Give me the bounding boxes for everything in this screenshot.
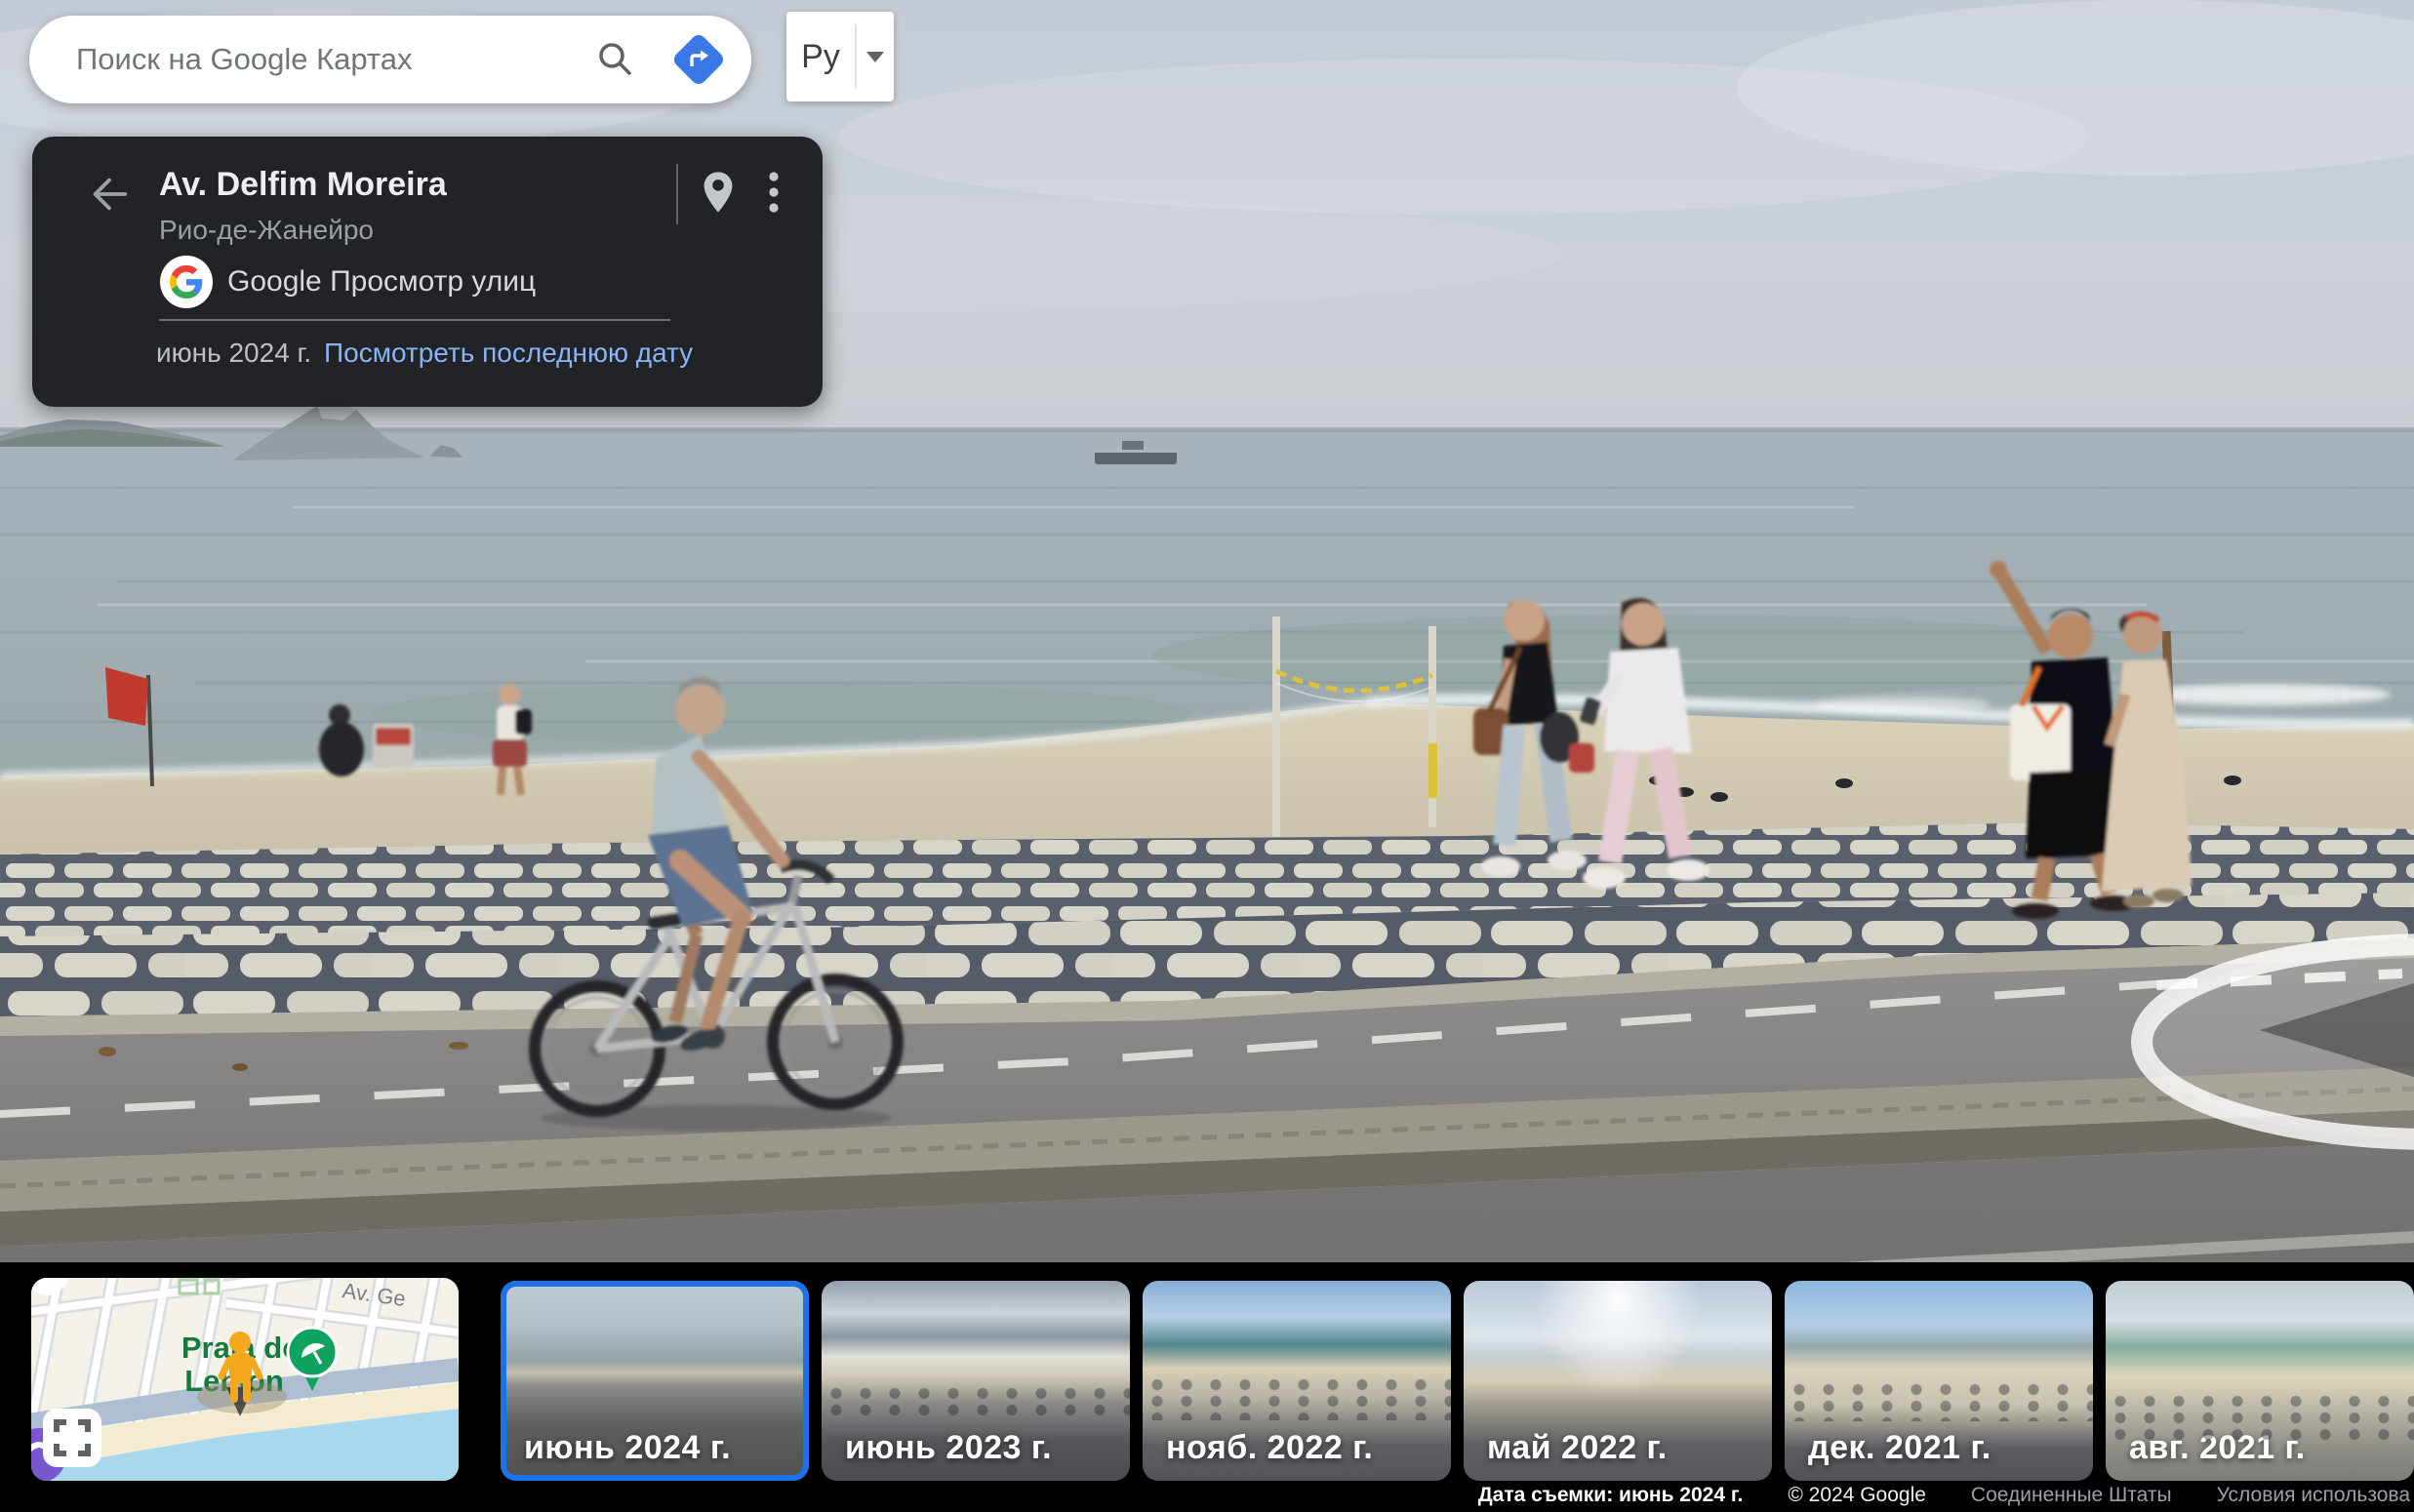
timeline-thumbnail[interactable]: июнь 2023 г. <box>822 1281 1130 1481</box>
timeline-thumbnails: июнь 2024 г. июнь 2023 г. нояб. 2022 г. … <box>501 1281 2414 1481</box>
timeline-thumbnail[interactable]: май 2022 г. <box>1464 1281 1772 1481</box>
show-on-map-button[interactable] <box>694 166 743 220</box>
thumbnail-date-label: нояб. 2022 г. <box>1166 1429 1373 1467</box>
page-title: Av. Delfim Moreira <box>159 166 447 204</box>
kebab-icon <box>768 169 780 219</box>
see-latest-date-link[interactable]: Посмотреть последнюю дату <box>324 338 693 369</box>
directions-icon <box>671 32 727 88</box>
thumbnail-date-label: июнь 2023 г. <box>845 1429 1052 1467</box>
more-options-button[interactable] <box>752 166 795 220</box>
timeline-thumbnail[interactable]: дек. 2021 г. <box>1785 1281 2093 1481</box>
chevron-down-icon <box>866 52 884 62</box>
timeline-bar: Av. Ge Praia do Leblon <box>0 1262 2414 1512</box>
search-input[interactable] <box>74 41 558 78</box>
language-dropdown-button[interactable] <box>857 12 894 101</box>
timeline-thumbnail[interactable]: нояб. 2022 г. <box>1143 1281 1451 1481</box>
search-bar[interactable] <box>29 16 751 103</box>
terms-link[interactable]: Условия использова <box>2217 1484 2410 1507</box>
arrow-left-icon <box>86 172 131 219</box>
thumbnail-date-label: дек. 2021 г. <box>1808 1429 1992 1467</box>
thumbnail-date-label: июнь 2024 г. <box>524 1429 731 1467</box>
location-panel: Av. Delfim Moreira Рио-де-Жанейро <box>32 137 823 407</box>
attribution-region: Соединенные Штаты <box>1971 1484 2172 1507</box>
provider-label: Google Просмотр улиц <box>227 265 536 298</box>
timeline-thumbnail[interactable]: авг. 2021 г. <box>2106 1281 2414 1481</box>
directions-button[interactable] <box>671 32 726 87</box>
language-switcher[interactable]: Ру <box>786 12 894 101</box>
attribution-capture-date: Дата съемки: июнь 2024 г. <box>1478 1484 1744 1507</box>
search-button[interactable] <box>587 32 642 87</box>
location-subtitle: Рио-де-Жанейро <box>159 215 374 246</box>
search-icon <box>594 38 635 82</box>
thumbnail-date-label: май 2022 г. <box>1487 1429 1668 1467</box>
fullscreen-button[interactable] <box>43 1409 101 1467</box>
timeline-thumbnail[interactable]: июнь 2024 г. <box>501 1281 809 1481</box>
google-logo <box>160 256 213 308</box>
thumbnail-date-label: авг. 2021 г. <box>2129 1429 2306 1467</box>
divider <box>159 319 670 321</box>
map-pin-icon <box>702 171 735 217</box>
attribution-copyright: © 2024 Google <box>1788 1484 1926 1507</box>
street-view-app: Ру Av. Delfim Moreira Рио-де-Жанейро <box>0 0 2414 1512</box>
minimap[interactable]: Av. Ge Praia do Leblon <box>31 1278 459 1481</box>
divider <box>676 164 678 224</box>
back-button[interactable] <box>83 170 134 220</box>
capture-date: июнь 2024 г. <box>156 338 311 369</box>
language-label: Ру <box>786 38 855 76</box>
attribution: Дата съемки: июнь 2024 г. © 2024 Google … <box>1478 1484 2410 1507</box>
